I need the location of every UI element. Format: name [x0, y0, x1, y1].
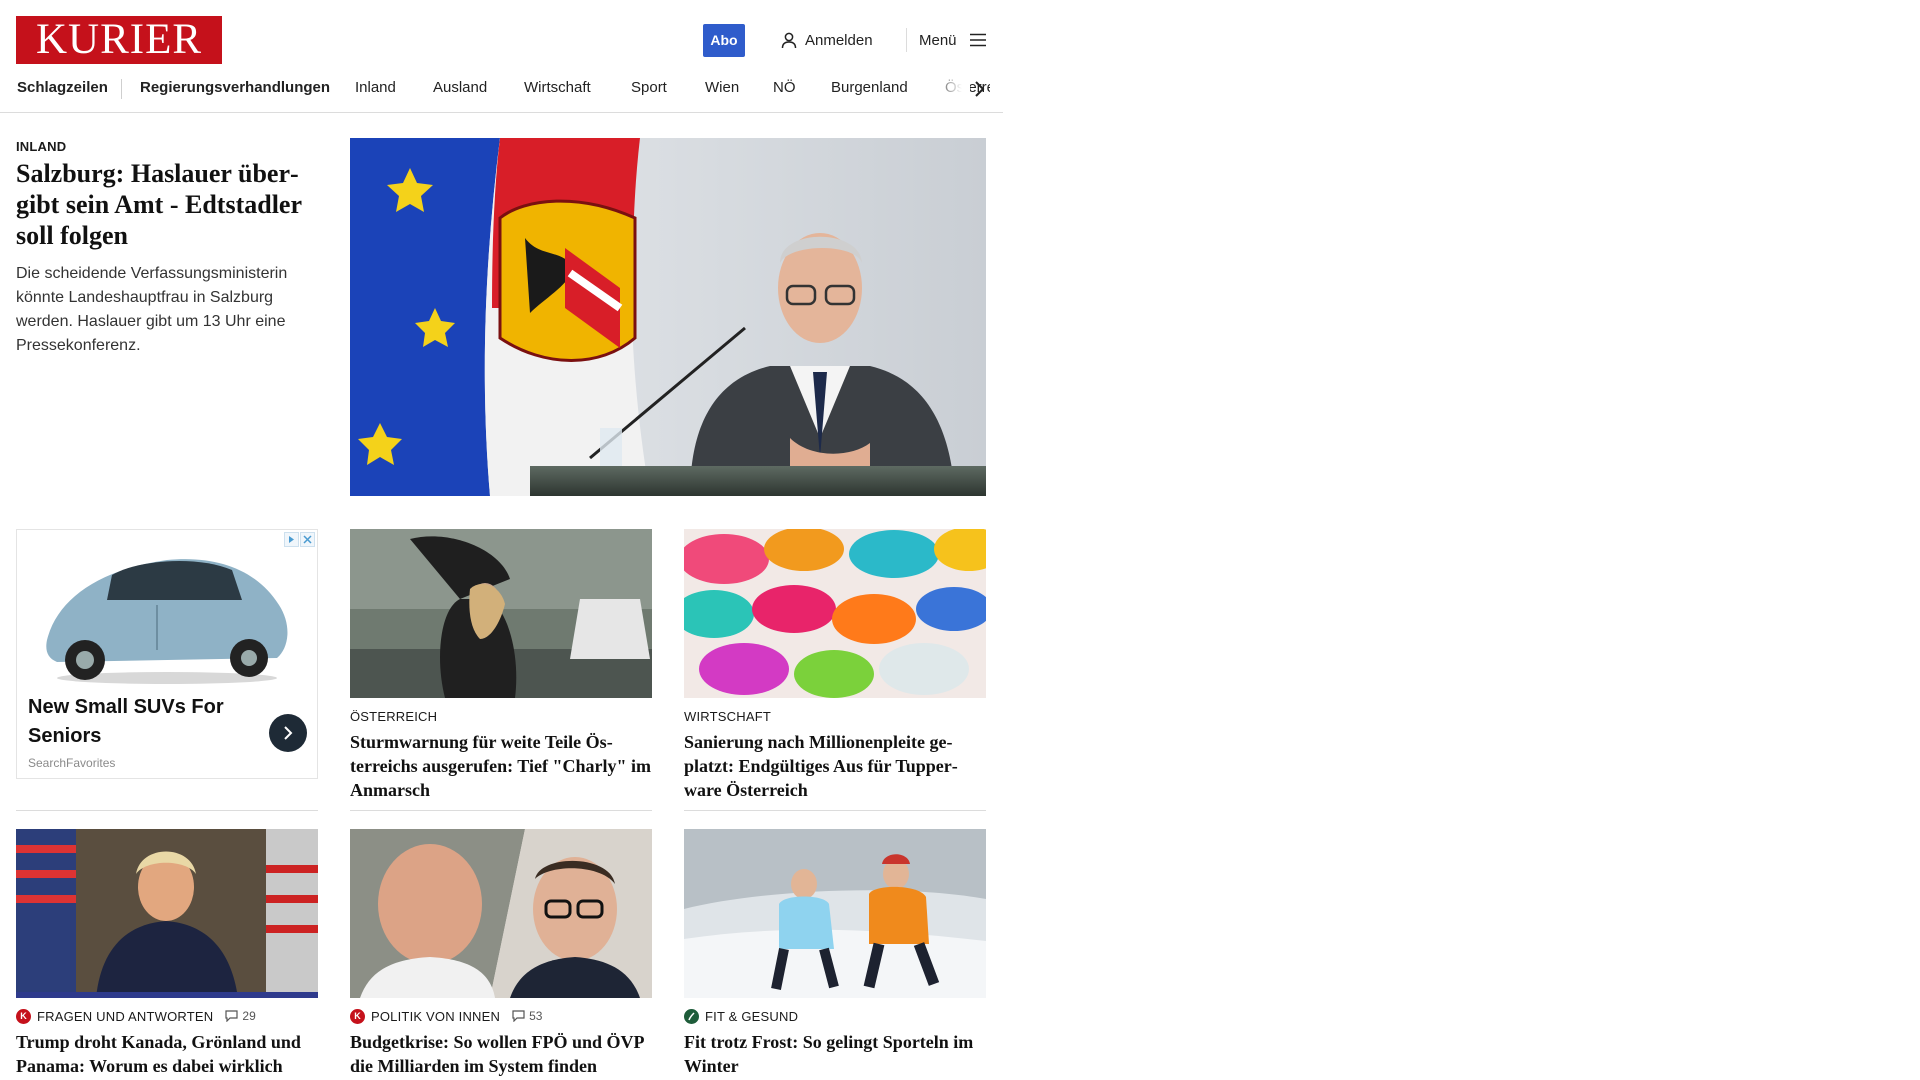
ad-close-icon[interactable]: [300, 532, 315, 547]
article-kicker[interactable]: Fit & Gesund: [705, 1009, 798, 1024]
article-kicker[interactable]: Politik von innen: [371, 1009, 500, 1024]
section-nav: Schlagzeilen Regierungsverhandlungen Inl…: [0, 75, 990, 103]
lead-image[interactable]: [350, 138, 986, 496]
login-button[interactable]: Anmelden: [781, 29, 873, 51]
article-headline[interactable]: Fit trotz Frost: So gelingt Sporteln im …: [684, 1030, 986, 1078]
article-image[interactable]: [16, 829, 318, 998]
ad-image[interactable]: [17, 530, 317, 687]
nav-item-ausland[interactable]: Ausland: [433, 79, 487, 96]
article-meta: K Fragen und Antworten 29: [16, 1008, 318, 1024]
article-meta: K Politik von innen 53: [350, 1008, 652, 1024]
comment-icon: [225, 1010, 238, 1022]
kurier-k-icon: K: [16, 1008, 31, 1024]
nav-scroll-right-button[interactable]: [968, 77, 990, 101]
comments-number: 29: [242, 1009, 256, 1023]
hamburger-icon: [969, 33, 987, 47]
ad-source: SearchFavorites: [28, 756, 116, 770]
article-meta: Fit & Gesund: [684, 1008, 986, 1024]
lead-teaser-text: Die scheidende Verfassungsministerin kön…: [16, 265, 288, 354]
article-image[interactable]: [350, 829, 652, 998]
site-header: KURIER Abo Anmelden Menü Schlagzeilen Re…: [0, 0, 1003, 113]
divider: [16, 810, 318, 811]
nav-item-regierungsverhandlungen[interactable]: Regierungsverhandlungen: [140, 79, 330, 96]
comments-count[interactable]: 29: [225, 1009, 256, 1023]
abo-button[interactable]: Abo: [703, 24, 745, 57]
article-image[interactable]: [684, 829, 986, 998]
article-kicker[interactable]: Fragen und Antworten: [37, 1009, 213, 1024]
article-card: K Fragen und Antworten 29 Trump droht Ka…: [16, 829, 318, 1080]
kurier-k-icon: K: [350, 1008, 365, 1024]
comments-count[interactable]: 53: [512, 1009, 542, 1023]
nav-item-sport[interactable]: Sport: [631, 79, 667, 96]
menu-label: Menü: [919, 31, 957, 49]
article-meta: Österreich: [350, 708, 652, 724]
lead-kicker[interactable]: Inland: [16, 139, 66, 154]
comments-number: 53: [529, 1009, 543, 1023]
article-image[interactable]: [350, 529, 652, 698]
article-headline[interactable]: Sturmwarnung für weite Teile Ös­terreich…: [350, 730, 652, 802]
fit-gesund-icon: [684, 1008, 699, 1024]
nav-divider: [121, 79, 122, 99]
menu-button[interactable]: Menü: [919, 29, 987, 51]
chevron-right-icon: [975, 81, 985, 97]
ad-teaser[interactable]: New Small SUVs For Seniors SearchFavorit…: [16, 529, 318, 779]
article-card: Wirtschaft Sanierung nach Millionenpleit…: [684, 529, 986, 802]
nav-item-burgenland[interactable]: Burgenland: [831, 79, 908, 96]
ad-choices[interactable]: [284, 532, 315, 547]
article-headline[interactable]: Trump droht Kanada, Grönland und Panama:…: [16, 1030, 318, 1080]
article-card: Österreich Sturmwarnung für weite Teile …: [350, 529, 652, 802]
article-image[interactable]: [684, 529, 986, 698]
article-kicker[interactable]: Österreich: [350, 709, 437, 724]
nav-item-wien[interactable]: Wien: [705, 79, 739, 96]
ad-title[interactable]: New Small SUVs For Seniors: [28, 693, 258, 751]
nav-fade: [930, 75, 970, 103]
article-meta: Wirtschaft: [684, 708, 986, 724]
article-card: K Politik von innen 53 Budgetkrise: So w…: [350, 829, 652, 1078]
user-icon: [781, 32, 797, 49]
divider: [350, 810, 652, 811]
header-divider: [906, 28, 907, 52]
divider: [684, 810, 986, 811]
article-kicker[interactable]: Wirtschaft: [684, 709, 771, 724]
article-headline[interactable]: Budgetkrise: So wollen FPÖ und ÖVP die M…: [350, 1030, 652, 1078]
ad-arrow-button[interactable]: [269, 714, 307, 752]
nav-item-noe[interactable]: NÖ: [773, 79, 796, 96]
chevron-right-icon: [284, 726, 293, 740]
nav-item-inland[interactable]: Inland: [355, 79, 396, 96]
nav-item-wirtschaft[interactable]: Wirtschaft: [524, 79, 591, 96]
lead-headline[interactable]: Salzburg: Haslauer über­gibt sein Amt - …: [16, 158, 321, 251]
article-card: Fit & Gesund Fit trotz Frost: So gelingt…: [684, 829, 986, 1078]
ad-info-icon[interactable]: [284, 532, 299, 547]
nav-item-schlagzeilen[interactable]: Schlagzeilen: [17, 79, 108, 96]
comment-icon: [512, 1010, 525, 1022]
kurier-logo[interactable]: KURIER: [16, 16, 222, 64]
login-label: Anmelden: [805, 31, 873, 49]
article-headline[interactable]: Sanierung nach Millionenpleite ge­platzt…: [684, 730, 986, 802]
